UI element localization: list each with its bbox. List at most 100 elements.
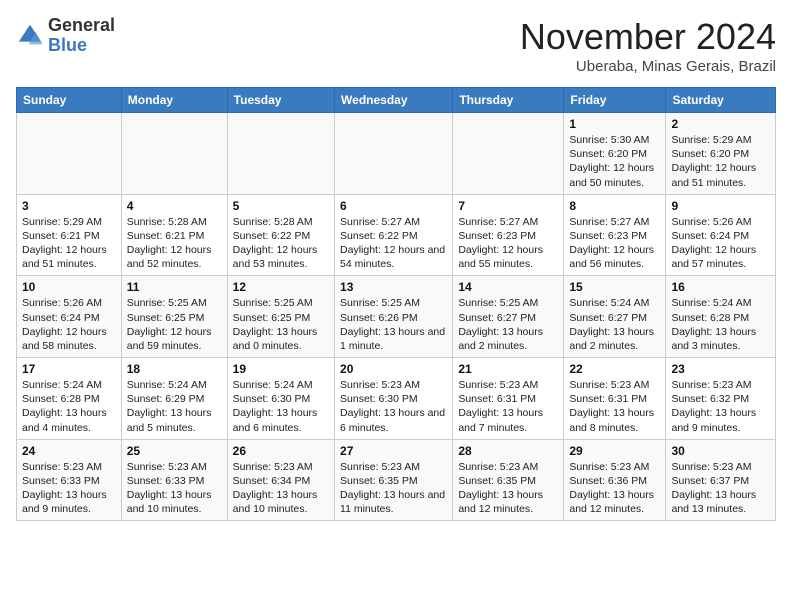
day-info: Sunrise: 5:27 AM Sunset: 6:23 PM Dayligh… [458, 215, 558, 272]
calendar-cell [17, 113, 122, 195]
day-number: 23 [671, 362, 770, 376]
calendar-week-3: 10 Sunrise: 5:26 AM Sunset: 6:24 PM Dayli… [17, 276, 776, 358]
calendar-cell: 1Sunrise: 5:30 AM Sunset: 6:20 PM Daylig… [564, 113, 666, 195]
day-number: 29 [569, 444, 660, 458]
day-number: 1 [569, 117, 660, 131]
day-number: 13 [340, 280, 447, 294]
calendar-cell: 25 Sunrise: 5:23 AM Sunset: 6:33 PM Dayli… [121, 439, 227, 521]
calendar-cell: 16Sunrise: 5:24 AM Sunset: 6:28 PM Dayli… [666, 276, 776, 358]
calendar-cell: 20 Sunrise: 5:23 AM Sunset: 6:30 PM Dayli… [335, 358, 453, 440]
day-number: 2 [671, 117, 770, 131]
day-number: 22 [569, 362, 660, 376]
day-info: Sunrise: 5:23 AM Sunset: 6:30 PM Dayligh… [340, 378, 447, 435]
header-day-thursday: Thursday [453, 88, 564, 113]
day-number: 20 [340, 362, 447, 376]
header-day-wednesday: Wednesday [335, 88, 453, 113]
calendar-cell: 6Sunrise: 5:27 AM Sunset: 6:22 PM Daylig… [335, 194, 453, 276]
calendar-cell: 17Sunrise: 5:24 AM Sunset: 6:28 PM Dayli… [17, 358, 122, 440]
logo-general: General [48, 15, 115, 35]
day-info: Sunrise: 5:25 AM Sunset: 6:27 PM Dayligh… [458, 296, 558, 353]
day-number: 9 [671, 199, 770, 213]
calendar-cell [335, 113, 453, 195]
calendar-cell [453, 113, 564, 195]
calendar-week-1: 1Sunrise: 5:30 AM Sunset: 6:20 PM Daylig… [17, 113, 776, 195]
calendar-cell: 2 Sunrise: 5:29 AM Sunset: 6:20 PM Daylig… [666, 113, 776, 195]
day-number: 24 [22, 444, 116, 458]
calendar-cell: 12Sunrise: 5:25 AM Sunset: 6:25 PM Dayli… [227, 276, 334, 358]
day-info: Sunrise: 5:23 AM Sunset: 6:33 PM Dayligh… [22, 460, 116, 517]
day-info: Sunrise: 5:25 AM Sunset: 6:26 PM Dayligh… [340, 296, 447, 353]
day-info: Sunrise: 5:26 AM Sunset: 6:24 PM Dayligh… [22, 296, 116, 353]
day-number: 21 [458, 362, 558, 376]
day-number: 27 [340, 444, 447, 458]
title-block: November 2024 Uberaba, Minas Gerais, Bra… [520, 16, 776, 75]
calendar-cell: 30 Sunrise: 5:23 AM Sunset: 6:37 PM Dayli… [666, 439, 776, 521]
calendar-cell: 26Sunrise: 5:23 AM Sunset: 6:34 PM Dayli… [227, 439, 334, 521]
calendar-cell: 15 Sunrise: 5:24 AM Sunset: 6:27 PM Dayli… [564, 276, 666, 358]
month-title: November 2024 [520, 16, 776, 58]
calendar-cell: 19 Sunrise: 5:24 AM Sunset: 6:30 PM Dayli… [227, 358, 334, 440]
day-number: 28 [458, 444, 558, 458]
day-number: 10 [22, 280, 116, 294]
calendar-cell: 13 Sunrise: 5:25 AM Sunset: 6:26 PM Dayli… [335, 276, 453, 358]
page-header: General Blue November 2024 Uberaba, Mina… [16, 16, 776, 75]
header-day-saturday: Saturday [666, 88, 776, 113]
header-day-friday: Friday [564, 88, 666, 113]
calendar-cell: 18 Sunrise: 5:24 AM Sunset: 6:29 PM Dayli… [121, 358, 227, 440]
calendar-cell: 27 Sunrise: 5:23 AM Sunset: 6:35 PM Dayli… [335, 439, 453, 521]
day-number: 19 [233, 362, 329, 376]
calendar-week-4: 17Sunrise: 5:24 AM Sunset: 6:28 PM Dayli… [17, 358, 776, 440]
day-info: Sunrise: 5:23 AM Sunset: 6:36 PM Dayligh… [569, 460, 660, 517]
day-info: Sunrise: 5:25 AM Sunset: 6:25 PM Dayligh… [233, 296, 329, 353]
calendar-cell: 8 Sunrise: 5:27 AM Sunset: 6:23 PM Daylig… [564, 194, 666, 276]
location: Uberaba, Minas Gerais, Brazil [520, 58, 776, 75]
day-info: Sunrise: 5:24 AM Sunset: 6:30 PM Dayligh… [233, 378, 329, 435]
day-info: Sunrise: 5:24 AM Sunset: 6:27 PM Dayligh… [569, 296, 660, 353]
calendar-header: SundayMondayTuesdayWednesdayThursdayFrid… [17, 88, 776, 113]
day-info: Sunrise: 5:27 AM Sunset: 6:23 PM Dayligh… [569, 215, 660, 272]
day-number: 11 [127, 280, 222, 294]
calendar-cell: 24 Sunrise: 5:23 AM Sunset: 6:33 PM Dayli… [17, 439, 122, 521]
header-day-tuesday: Tuesday [227, 88, 334, 113]
calendar-body: 1Sunrise: 5:30 AM Sunset: 6:20 PM Daylig… [17, 113, 776, 521]
day-number: 4 [127, 199, 222, 213]
calendar-week-2: 3 Sunrise: 5:29 AM Sunset: 6:21 PM Daylig… [17, 194, 776, 276]
day-number: 17 [22, 362, 116, 376]
day-info: Sunrise: 5:28 AM Sunset: 6:21 PM Dayligh… [127, 215, 222, 272]
day-info: Sunrise: 5:23 AM Sunset: 6:33 PM Dayligh… [127, 460, 222, 517]
calendar-cell: 11 Sunrise: 5:25 AM Sunset: 6:25 PM Dayli… [121, 276, 227, 358]
day-info: Sunrise: 5:24 AM Sunset: 6:28 PM Dayligh… [671, 296, 770, 353]
calendar-cell [227, 113, 334, 195]
calendar-cell: 4 Sunrise: 5:28 AM Sunset: 6:21 PM Daylig… [121, 194, 227, 276]
day-info: Sunrise: 5:29 AM Sunset: 6:21 PM Dayligh… [22, 215, 116, 272]
day-number: 30 [671, 444, 770, 458]
calendar-cell: 28Sunrise: 5:23 AM Sunset: 6:35 PM Dayli… [453, 439, 564, 521]
calendar-cell: 14Sunrise: 5:25 AM Sunset: 6:27 PM Dayli… [453, 276, 564, 358]
day-number: 5 [233, 199, 329, 213]
calendar-cell: 3 Sunrise: 5:29 AM Sunset: 6:21 PM Daylig… [17, 194, 122, 276]
logo-text: General Blue [48, 16, 115, 56]
day-info: Sunrise: 5:29 AM Sunset: 6:20 PM Dayligh… [671, 133, 770, 190]
day-number: 3 [22, 199, 116, 213]
day-info: Sunrise: 5:23 AM Sunset: 6:32 PM Dayligh… [671, 378, 770, 435]
calendar-week-5: 24 Sunrise: 5:23 AM Sunset: 6:33 PM Dayli… [17, 439, 776, 521]
day-number: 25 [127, 444, 222, 458]
calendar-cell: 22Sunrise: 5:23 AM Sunset: 6:31 PM Dayli… [564, 358, 666, 440]
header-row: SundayMondayTuesdayWednesdayThursdayFrid… [17, 88, 776, 113]
day-info: Sunrise: 5:25 AM Sunset: 6:25 PM Dayligh… [127, 296, 222, 353]
calendar-cell: 7Sunrise: 5:27 AM Sunset: 6:23 PM Daylig… [453, 194, 564, 276]
day-number: 18 [127, 362, 222, 376]
calendar-cell: 5Sunrise: 5:28 AM Sunset: 6:22 PM Daylig… [227, 194, 334, 276]
day-number: 26 [233, 444, 329, 458]
day-number: 6 [340, 199, 447, 213]
logo-blue: Blue [48, 35, 87, 55]
calendar-cell: 23 Sunrise: 5:23 AM Sunset: 6:32 PM Dayli… [666, 358, 776, 440]
day-number: 15 [569, 280, 660, 294]
day-info: Sunrise: 5:23 AM Sunset: 6:37 PM Dayligh… [671, 460, 770, 517]
day-info: Sunrise: 5:23 AM Sunset: 6:31 PM Dayligh… [458, 378, 558, 435]
logo-icon [16, 22, 44, 50]
day-info: Sunrise: 5:23 AM Sunset: 6:35 PM Dayligh… [340, 460, 447, 517]
calendar-cell: 9Sunrise: 5:26 AM Sunset: 6:24 PM Daylig… [666, 194, 776, 276]
day-info: Sunrise: 5:24 AM Sunset: 6:29 PM Dayligh… [127, 378, 222, 435]
day-number: 8 [569, 199, 660, 213]
